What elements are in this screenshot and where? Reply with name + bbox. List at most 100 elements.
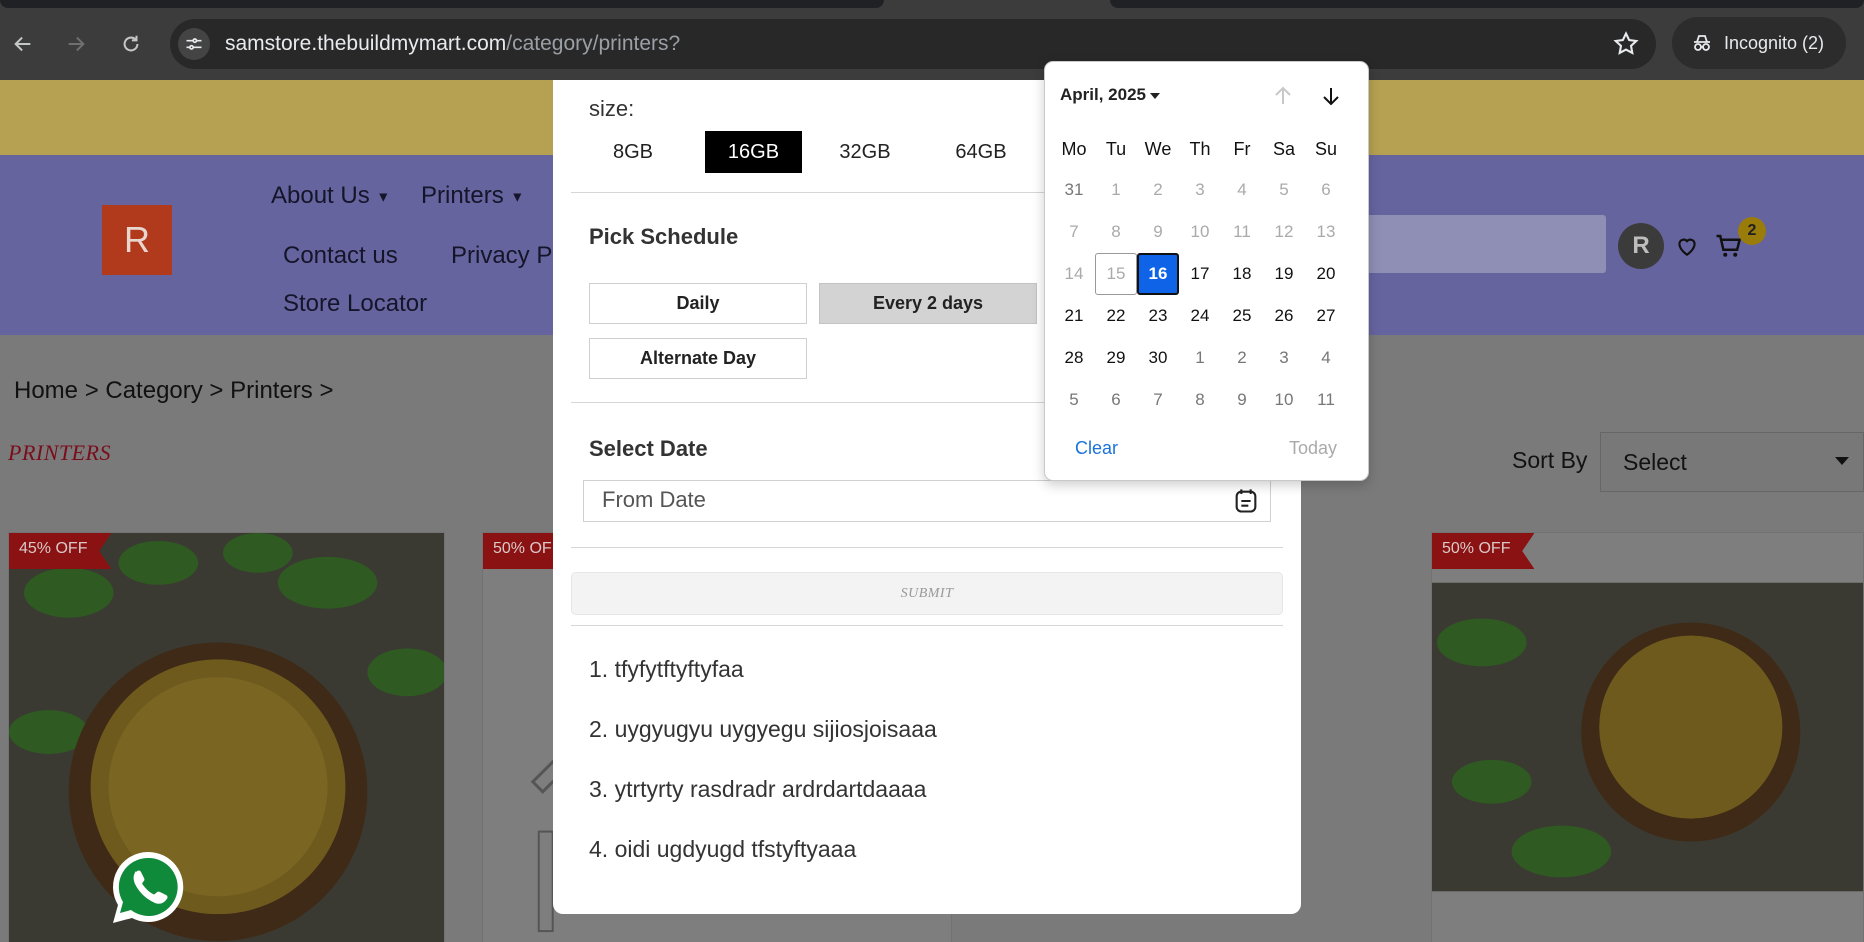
nav-printers[interactable]: Printers ▼ bbox=[421, 182, 524, 210]
calendar-day-disabled[interactable]: 3 bbox=[1179, 169, 1221, 211]
nav-printers-label: Printers bbox=[421, 182, 504, 209]
product-card[interactable]: 50% OFF bbox=[1431, 532, 1864, 942]
nav-privacy[interactable]: Privacy P bbox=[451, 242, 552, 270]
calendar-day-today[interactable]: 15 bbox=[1095, 253, 1137, 295]
schedule-daily-button[interactable]: Daily bbox=[589, 283, 807, 324]
calendar-day-other-month[interactable]: 3 bbox=[1263, 337, 1305, 379]
calendar-day-disabled[interactable]: 1 bbox=[1095, 169, 1137, 211]
select-date-title: Select Date bbox=[589, 436, 708, 461]
discount-badge: 50% OFF bbox=[1432, 533, 1535, 569]
arrow-left-icon bbox=[14, 36, 31, 52]
calendar-day-other-month[interactable]: 5 bbox=[1053, 379, 1095, 421]
calendar-day[interactable]: 25 bbox=[1221, 295, 1263, 337]
calendar-day[interactable]: 27 bbox=[1305, 295, 1347, 337]
whatsapp-icon[interactable] bbox=[108, 848, 188, 928]
wishlist-heart-icon[interactable] bbox=[1674, 233, 1700, 259]
chevron-down-icon bbox=[1835, 457, 1849, 465]
nav-contact-us[interactable]: Contact us bbox=[283, 242, 398, 270]
site-info-button[interactable] bbox=[178, 28, 210, 60]
calendar-day-other-month[interactable]: 6 bbox=[1095, 379, 1137, 421]
nav-about-label: About Us bbox=[271, 182, 370, 209]
calendar-day-other-month[interactable]: 4 bbox=[1305, 337, 1347, 379]
weekday-header: Fr bbox=[1233, 139, 1251, 159]
calendar-day-other-month[interactable]: 7 bbox=[1137, 379, 1179, 421]
calendar-day[interactable]: 28 bbox=[1053, 337, 1095, 379]
url-text[interactable]: samstore.thebuildmymart.com/category/pri… bbox=[225, 32, 680, 56]
schedule-every-2-days-button[interactable]: Every 2 days bbox=[819, 283, 1037, 324]
schedule-alternate-day-button[interactable]: Alternate Day bbox=[589, 338, 807, 379]
calendar-day-disabled[interactable]: 6 bbox=[1305, 169, 1347, 211]
calendar-day-other-month[interactable]: 1 bbox=[1179, 337, 1221, 379]
product-image bbox=[1432, 533, 1863, 942]
weekday-header: Su bbox=[1314, 139, 1338, 159]
weekday-header: Sa bbox=[1272, 139, 1296, 159]
address-bar[interactable]: samstore.thebuildmymart.com/category/pri… bbox=[170, 19, 1656, 69]
calendar-day-disabled[interactable]: 5 bbox=[1263, 169, 1305, 211]
calendar-day-selected[interactable]: 16 bbox=[1137, 253, 1179, 295]
calendar-day[interactable]: 26 bbox=[1263, 295, 1305, 337]
tab-strip-edge bbox=[0, 0, 884, 8]
breadcrumb[interactable]: Home > Category > Printers > bbox=[14, 377, 333, 405]
site-logo[interactable]: R bbox=[102, 205, 172, 275]
calendar-day[interactable]: 18 bbox=[1221, 253, 1263, 295]
from-date-input[interactable]: From Date bbox=[583, 480, 1271, 522]
previous-month-button[interactable] bbox=[1267, 80, 1299, 112]
product-image bbox=[9, 533, 444, 942]
calendar-day-other-month[interactable]: 10 bbox=[1263, 379, 1305, 421]
divider bbox=[571, 625, 1283, 626]
size-option-8gb[interactable]: 8GB bbox=[593, 131, 673, 173]
calendar-day-disabled[interactable]: 4 bbox=[1221, 169, 1263, 211]
calendar-day-disabled[interactable]: 14 bbox=[1053, 253, 1095, 295]
url-path: /category/printers? bbox=[506, 32, 681, 55]
size-option-64gb[interactable]: 64GB bbox=[941, 131, 1021, 173]
calendar-day-disabled[interactable]: 12 bbox=[1263, 211, 1305, 253]
calendar-day-other-month[interactable]: 2 bbox=[1221, 337, 1263, 379]
calendar-day-other-month[interactable]: 8 bbox=[1179, 379, 1221, 421]
calendar-day-disabled[interactable]: 11 bbox=[1221, 211, 1263, 253]
today-button[interactable]: Today bbox=[1289, 438, 1337, 459]
divider bbox=[571, 547, 1283, 548]
product-card[interactable]: 45% OFF bbox=[8, 532, 445, 942]
calendar-day[interactable]: 30 bbox=[1137, 337, 1179, 379]
back-button[interactable] bbox=[5, 26, 41, 62]
nav-about-us[interactable]: About Us ▼ bbox=[271, 182, 390, 210]
incognito-label: Incognito (2) bbox=[1724, 32, 1825, 53]
incognito-indicator[interactable]: Incognito (2) bbox=[1672, 17, 1846, 69]
calendar-day[interactable]: 19 bbox=[1263, 253, 1305, 295]
calendar-day-disabled[interactable]: 10 bbox=[1179, 211, 1221, 253]
calendar-day[interactable]: 23 bbox=[1137, 295, 1179, 337]
user-avatar[interactable]: R bbox=[1618, 223, 1664, 269]
reload-button[interactable] bbox=[113, 26, 149, 62]
size-option-16gb[interactable]: 16GB bbox=[705, 131, 802, 173]
calendar-day[interactable]: 21 bbox=[1053, 295, 1095, 337]
calendar-day[interactable]: 29 bbox=[1095, 337, 1137, 379]
calendar-day-other-month[interactable]: 9 bbox=[1221, 379, 1263, 421]
calendar-day[interactable]: 17 bbox=[1179, 253, 1221, 295]
calendar-day[interactable]: 22 bbox=[1095, 295, 1137, 337]
incognito-icon bbox=[1694, 35, 1710, 51]
calendar-day-other-month[interactable]: 11 bbox=[1305, 379, 1347, 421]
clear-date-button[interactable]: Clear bbox=[1075, 438, 1118, 459]
weekday-header: Th bbox=[1189, 139, 1211, 159]
arrow-up-icon bbox=[1275, 86, 1291, 104]
calendar-day-disabled[interactable]: 7 bbox=[1053, 211, 1095, 253]
calendar-day-other-month[interactable]: 31 bbox=[1053, 169, 1095, 211]
sort-select[interactable]: Select bbox=[1600, 432, 1864, 492]
next-month-button[interactable] bbox=[1315, 80, 1347, 112]
forward-button[interactable] bbox=[58, 26, 94, 62]
nav-store-locator[interactable]: Store Locator bbox=[283, 290, 427, 318]
submit-button[interactable]: SUBMIT bbox=[571, 572, 1283, 615]
calendar-day-disabled[interactable]: 13 bbox=[1305, 211, 1347, 253]
month-year-switch[interactable]: April, 2025 bbox=[1060, 85, 1160, 105]
calendar-day-disabled[interactable]: 9 bbox=[1137, 211, 1179, 253]
bookmark-star-icon[interactable] bbox=[1612, 30, 1640, 58]
calendar-day-disabled[interactable]: 8 bbox=[1095, 211, 1137, 253]
calendar-day[interactable]: 20 bbox=[1305, 253, 1347, 295]
calendar-day-disabled[interactable]: 2 bbox=[1137, 169, 1179, 211]
calendar-icon[interactable] bbox=[1232, 487, 1260, 515]
from-date-placeholder: From Date bbox=[602, 487, 706, 512]
calendar-day[interactable]: 24 bbox=[1179, 295, 1221, 337]
weekday-header: Tu bbox=[1105, 139, 1127, 159]
size-option-32gb[interactable]: 32GB bbox=[825, 131, 905, 173]
weekday-header: Mo bbox=[1061, 139, 1087, 159]
